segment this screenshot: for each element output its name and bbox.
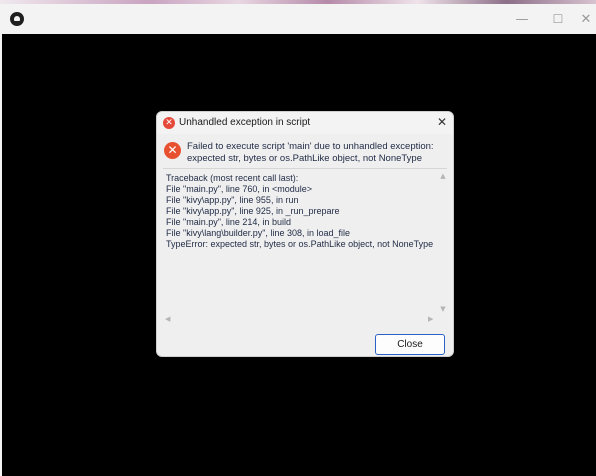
- dialog-title: Unhandled exception in script: [179, 117, 311, 128]
- window-titlebar[interactable]: — ☐ ✕: [2, 4, 596, 34]
- window-close-button[interactable]: ✕: [568, 4, 596, 34]
- traceback-line: File "main.py", line 214, in build: [166, 217, 291, 227]
- traceback-line: File "kivy\app.py", line 955, in run: [166, 195, 299, 205]
- horizontal-scrollbar[interactable]: ◀ ▶: [163, 315, 447, 325]
- scroll-left-arrow-icon[interactable]: ◀: [165, 315, 170, 323]
- error-icon: ✕: [164, 142, 181, 159]
- scroll-right-arrow-icon[interactable]: ▶: [428, 315, 433, 323]
- close-button[interactable]: Close: [375, 334, 445, 355]
- minimize-button[interactable]: —: [504, 4, 540, 34]
- error-icon: ✕: [163, 117, 175, 129]
- error-message: expected str, bytes or os.PathLike objec…: [187, 153, 422, 164]
- dialog-close-icon[interactable]: ✕: [434, 114, 450, 130]
- traceback-line: File "main.py", line 760, in <module>: [166, 184, 312, 194]
- dialog-titlebar[interactable]: ✕ Unhandled exception in script ✕: [157, 112, 453, 134]
- traceback-textarea[interactable]: Traceback (most recent call last): File …: [163, 168, 447, 324]
- traceback-line: File "kivy\lang\builder.py", line 308, i…: [166, 228, 350, 238]
- traceback-line: Traceback (most recent call last):: [166, 173, 299, 183]
- error-message: Failed to execute script 'main' due to u…: [187, 141, 434, 152]
- scroll-down-arrow-icon[interactable]: ▼: [439, 305, 447, 313]
- traceback-line: TypeError: expected str, bytes or os.Pat…: [166, 239, 434, 249]
- app-logo-icon: [10, 12, 24, 26]
- scroll-up-arrow-icon[interactable]: ▲: [439, 172, 447, 180]
- exception-dialog: ✕ Unhandled exception in script ✕ ✕ Fail…: [156, 111, 454, 357]
- traceback-line: File "kivy\app.py", line 925, in _run_pr…: [166, 206, 340, 216]
